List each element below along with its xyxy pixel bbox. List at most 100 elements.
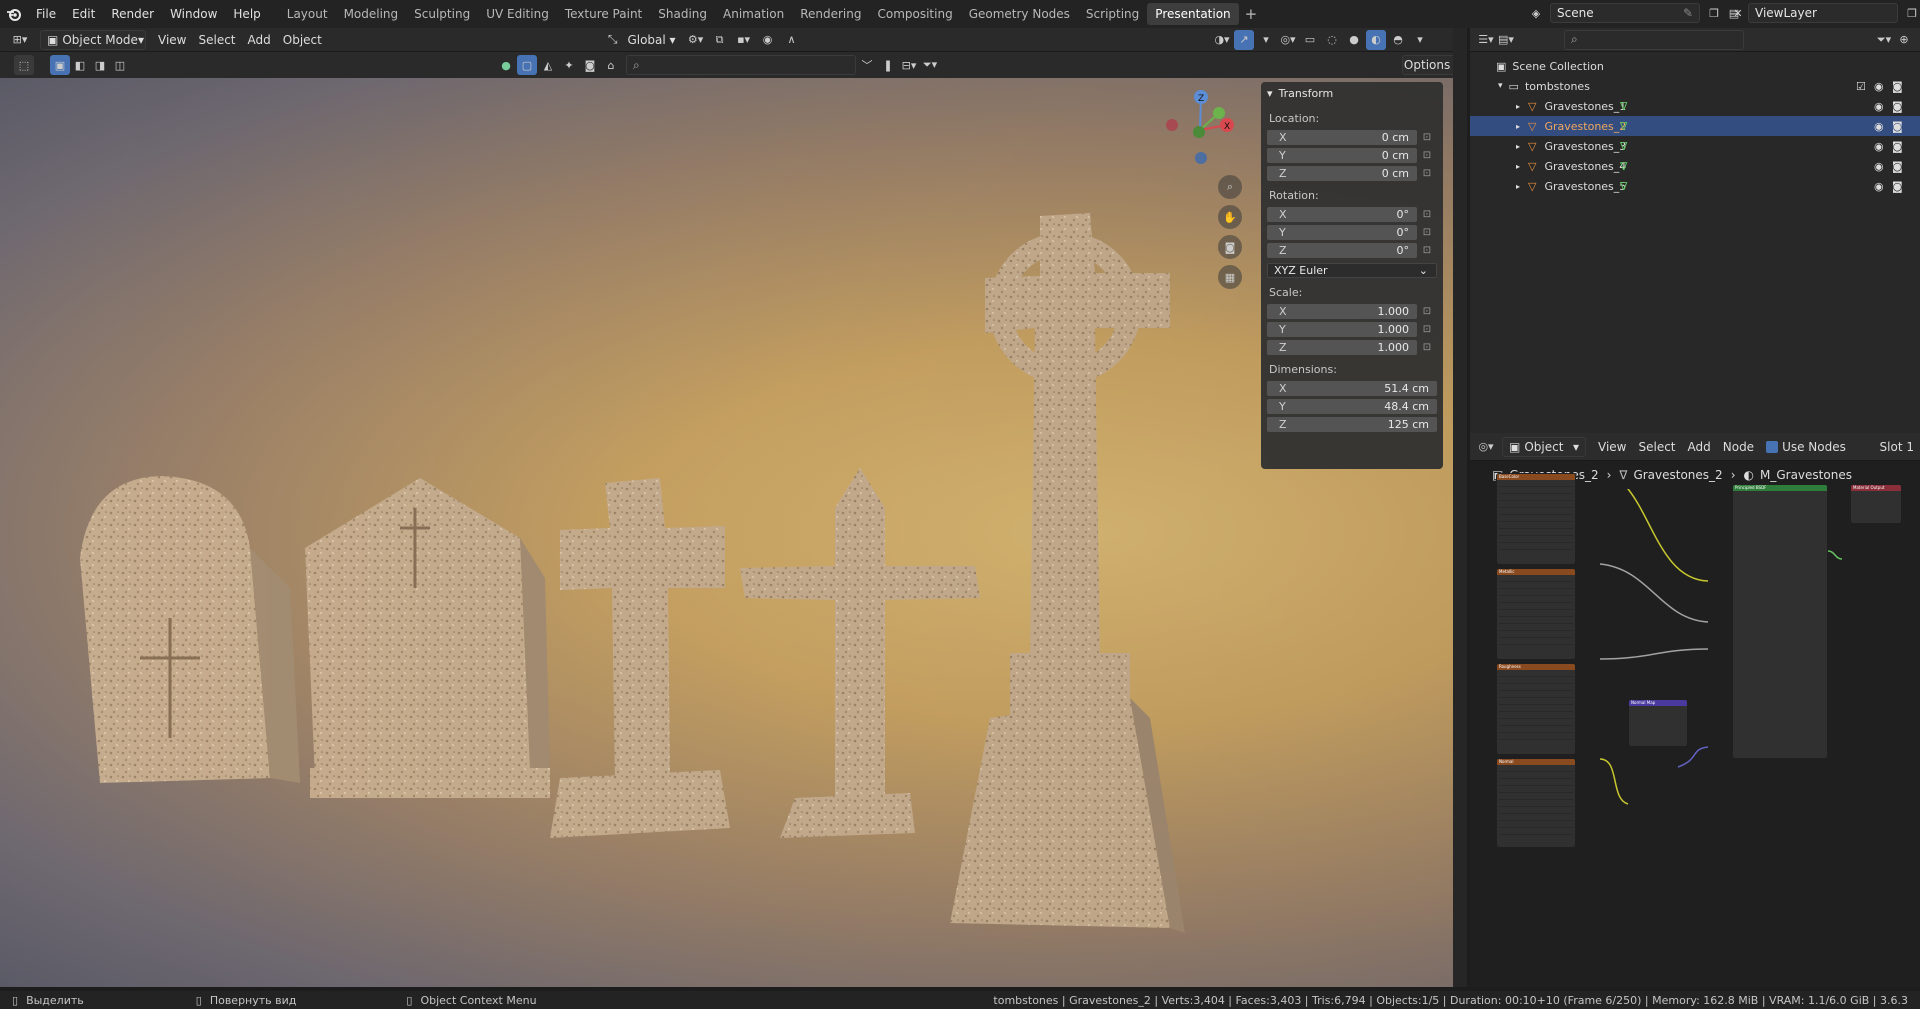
editor-type-icon[interactable]: ⊞▾ [10,30,30,50]
tab-animation[interactable]: Animation [715,3,792,25]
tab-geometry-nodes[interactable]: Geometry Nodes [961,3,1078,25]
visibility-icon[interactable]: ◑▾ [1212,30,1232,50]
new-collection-icon[interactable]: ⊕ [1894,30,1914,50]
shading-dropdown-icon[interactable]: ▾ [1410,30,1430,50]
expand-icon[interactable]: ▸ [1516,102,1520,111]
tab-compositing[interactable]: Compositing [869,3,960,25]
menu-render[interactable]: Render [103,0,162,28]
node-menu-node[interactable]: Node [1717,437,1760,457]
image-texture-node-metallic[interactable]: Metallic [1496,568,1576,660]
rendered-shading-icon[interactable]: ◓ [1388,30,1408,50]
use-nodes-toggle[interactable]: Use Nodes [1760,437,1852,457]
camera-view-icon[interactable]: ◙ [1218,235,1242,259]
viewport-menu-view[interactable]: View [152,30,192,50]
snap-icon[interactable]: ⧉ [710,30,730,50]
lock-icon[interactable]: ⊡ [1417,245,1437,256]
rotation-x-field[interactable]: X 0° [1267,206,1417,222]
scene-icon[interactable]: ◈ [1526,3,1546,23]
expand-icon[interactable]: ▸ [1516,122,1520,131]
outliner-item-gravestones_4[interactable]: ▸ ▽ Gravestones_4 ∇ ◉ ◙ [1470,156,1920,176]
outliner-item-gravestones_1[interactable]: ▸ ▽ Gravestones_1 ∇ ◉ ◙ [1470,96,1920,116]
select-extend-icon[interactable]: ◧ [70,55,90,75]
tab-sculpting[interactable]: Sculpting [406,3,478,25]
lock-icon[interactable]: ⊡ [1417,209,1437,220]
rotation-z-field[interactable]: Z 0° [1267,242,1417,258]
select-invert-icon[interactable]: ◫ [110,55,130,75]
lock-icon[interactable]: ⊡ [1417,132,1437,143]
eye-icon[interactable]: ◉ [1874,160,1884,173]
outliner-search-input[interactable]: ⌕ [1564,29,1744,50]
lock-icon[interactable]: ⊡ [1417,306,1437,317]
layout-icon[interactable]: ⊟▾ [899,55,919,75]
viewport-menu-object[interactable]: Object [277,30,328,50]
collection-row[interactable]: ▾ ▭ tombstones ☑ ◉ ◙ [1470,76,1920,96]
view-layer-icon[interactable]: ▤ [1724,3,1744,23]
object-filter-icon[interactable]: ▢ [517,55,537,75]
new-view-layer-icon[interactable]: ❐ [1902,3,1920,23]
scale-z-field[interactable]: Z 1.000 [1267,339,1417,355]
filter-icon[interactable]: ⏷▾ [920,55,940,75]
scene-field[interactable]: Scene ✎ [1550,3,1700,23]
mesh-data-icon[interactable]: ∇ [1620,140,1627,153]
display-mode-icon[interactable]: ▤▾ [1496,30,1516,50]
select-new-icon[interactable]: ▣ [50,55,70,75]
breadcrumb-mesh[interactable]: Gravestones_2 [1633,468,1722,482]
gizmo-icon[interactable]: ↗ [1234,29,1254,50]
shader-type-dropdown[interactable]: ▣ Object ▾ [1502,436,1586,457]
empty-filter-icon[interactable]: ⌂ [601,55,621,75]
tab-layout[interactable]: Layout [279,3,336,25]
solid-shading-icon[interactable]: ● [1344,30,1364,50]
orientation-dropdown[interactable]: Global ▾ [621,30,681,50]
navigation-gizmo[interactable]: Z X [1155,83,1245,173]
camera-icon[interactable]: ◙ [1892,120,1903,133]
wireframe-shading-icon[interactable]: ◌ [1322,30,1342,50]
node-menu-select[interactable]: Select [1632,437,1681,457]
mesh-data-icon[interactable]: ∇ [1620,180,1627,193]
tab-modeling[interactable]: Modeling [336,3,407,25]
camera-icon[interactable]: ◙ [1892,80,1903,93]
eye-icon[interactable]: ◉ [1874,140,1884,153]
overlay-icon[interactable]: ◎▾ [1278,30,1298,50]
camera-icon[interactable]: ◙ [1892,180,1903,193]
scene-collection-row[interactable]: ▣ Scene Collection [1470,56,1920,76]
image-texture-node-basecolor[interactable]: BaseColor [1496,473,1576,565]
tab-texture-paint[interactable]: Texture Paint [557,3,650,25]
search-dropdown-icon[interactable]: ﹀ [857,55,877,75]
slot-dropdown[interactable]: Slot 1 [1874,437,1920,457]
lock-icon[interactable]: ⊡ [1417,324,1437,335]
expand-icon[interactable]: ▸ [1516,162,1520,171]
pivot-icon[interactable]: ⚙▾ [686,30,706,50]
color-filter-icon[interactable]: ● [496,55,516,75]
principled-bsdf-node[interactable]: Principled BSDF [1732,484,1828,759]
dimensions-x-field[interactable]: X 51.4 cm [1267,380,1437,396]
outliner-item-gravestones_3[interactable]: ▸ ▽ Gravestones_3 ∇ ◉ ◙ [1470,136,1920,156]
scale-y-field[interactable]: Y 1.000 [1267,321,1417,337]
menu-help[interactable]: Help [225,0,268,28]
expand-icon[interactable]: ▸ [1516,182,1520,191]
outliner-editor-icon[interactable]: ☰▾ [1476,30,1496,50]
material-shading-icon[interactable]: ◐ [1366,29,1386,50]
add-workspace-icon[interactable]: + [1245,5,1258,23]
filter-icon[interactable]: ⏷▾ [1874,30,1894,50]
viewport-menu-select[interactable]: Select [192,30,241,50]
lock-icon[interactable]: ⊡ [1417,227,1437,238]
location-x-field[interactable]: X 0 cm [1267,129,1417,145]
shader-editor-icon[interactable]: ◎▾ [1476,437,1496,457]
expand-icon[interactable]: ▾ [1498,81,1503,91]
location-y-field[interactable]: Y 0 cm [1267,147,1417,163]
camera-icon[interactable]: ◙ [1892,140,1903,153]
xray-icon[interactable]: ▭ [1300,30,1320,50]
mesh-data-icon[interactable]: ∇ [1620,120,1627,133]
menu-edit[interactable]: Edit [64,0,103,28]
dimensions-z-field[interactable]: Z 125 cm [1267,416,1437,432]
outliner-item-gravestones_2[interactable]: ▸ ▽ Gravestones_2 ∇ ◉ ◙ [1470,116,1920,136]
select-subtract-icon[interactable]: ◨ [90,55,110,75]
dimensions-y-field[interactable]: Y 48.4 cm [1267,398,1437,414]
perspective-grid-icon[interactable]: ▦ [1218,265,1242,289]
select-tool-icon[interactable]: ⬚ [14,55,34,75]
bookmark-icon[interactable]: ❚ [878,55,898,75]
scale-x-field[interactable]: X 1.000 [1267,303,1417,319]
checkbox-icon[interactable]: ☑ [1856,80,1866,93]
zoom-icon[interactable]: ⌕ [1218,175,1242,199]
node-menu-add[interactable]: Add [1682,437,1717,457]
